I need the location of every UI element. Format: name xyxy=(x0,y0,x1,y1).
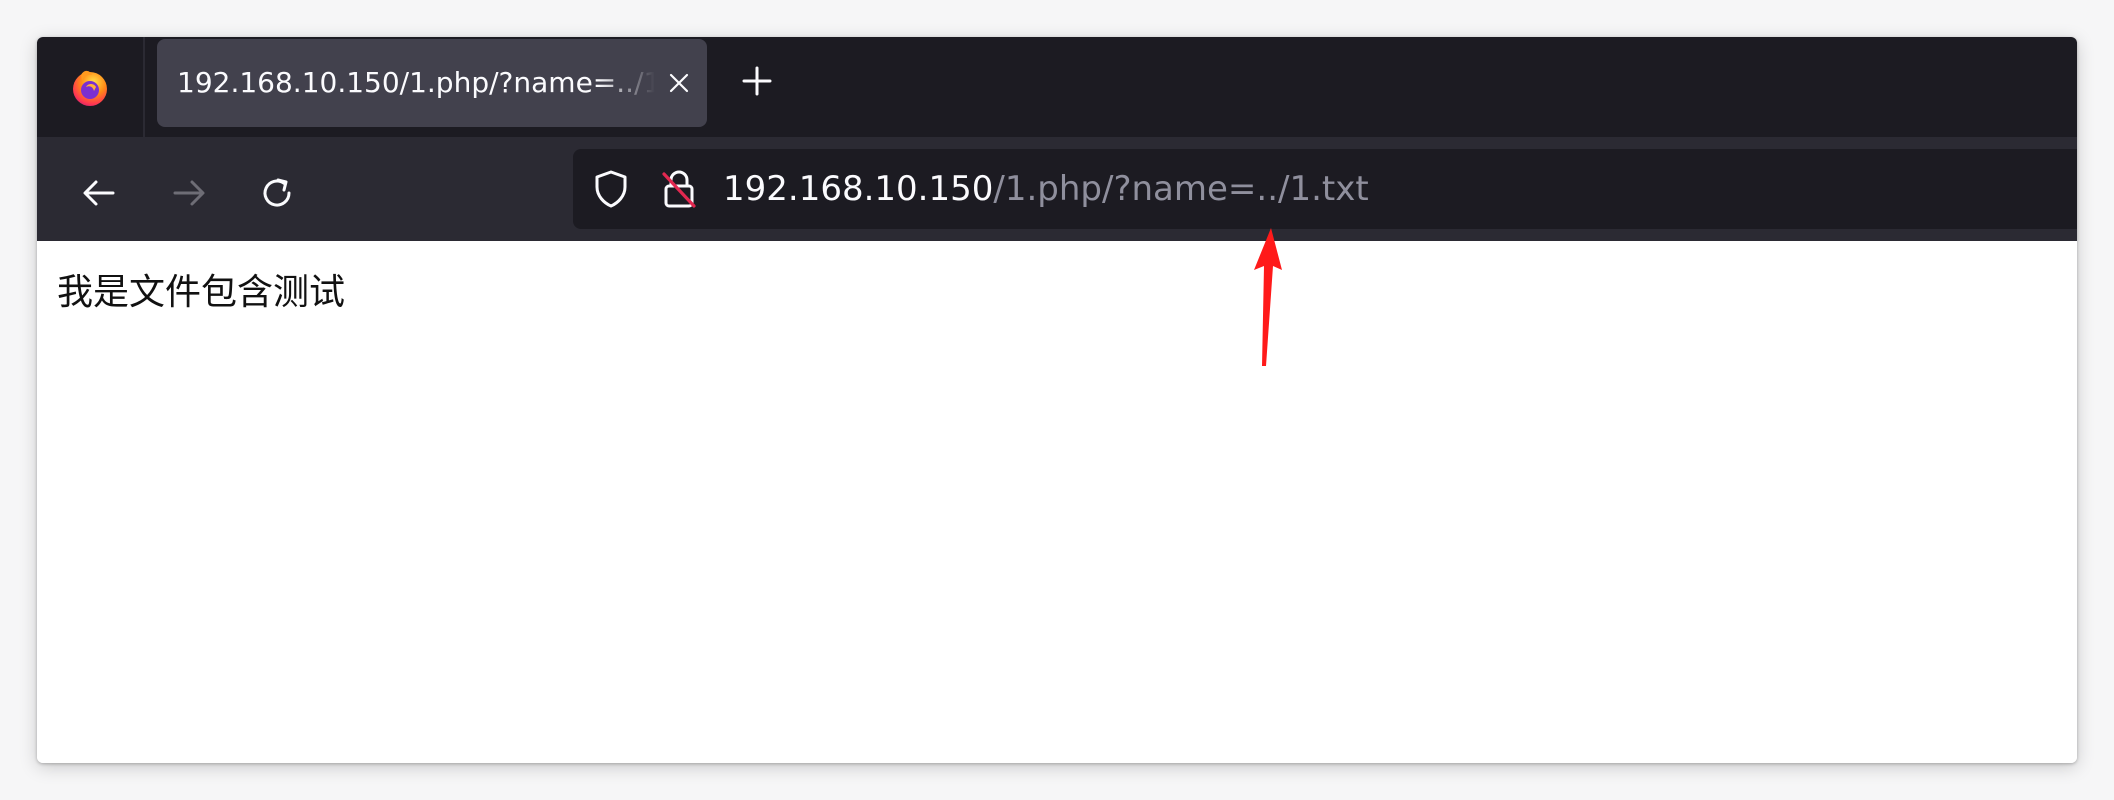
firefox-menu-button[interactable] xyxy=(37,37,145,137)
forward-button[interactable] xyxy=(167,171,211,215)
url-bar[interactable]: 192.168.10.150/1.php/?name=../1.txt xyxy=(573,149,2077,229)
tracking-protection-button[interactable] xyxy=(591,169,631,209)
browser-window: 192.168.10.150/1.php/?name=../1.txt xyxy=(37,37,2077,763)
close-icon xyxy=(669,73,689,93)
insecure-lock-icon xyxy=(662,170,696,208)
navigation-bar: 192.168.10.150/1.php/?name=../1.txt xyxy=(37,137,2077,241)
new-tab-button[interactable] xyxy=(737,61,777,101)
reload-icon xyxy=(263,178,291,207)
reload-button[interactable] xyxy=(255,171,299,215)
tab-title: 192.168.10.150/1.php/?name=../1.txt xyxy=(177,66,655,99)
site-security-button[interactable] xyxy=(659,169,699,209)
tab-active[interactable]: 192.168.10.150/1.php/?name=../1.txt xyxy=(157,39,707,127)
shield-icon xyxy=(595,170,627,208)
arrow-right-icon xyxy=(173,180,205,206)
annotation-arrow-icon xyxy=(1254,228,1282,366)
url-host: 192.168.10.150 xyxy=(723,169,994,209)
page-content: 我是文件包含测试 xyxy=(37,241,2077,763)
back-button[interactable] xyxy=(77,171,121,215)
firefox-logo-icon xyxy=(73,70,107,106)
arrow-left-icon xyxy=(83,180,115,206)
plus-icon xyxy=(742,66,772,96)
url-text[interactable]: 192.168.10.150/1.php/?name=../1.txt xyxy=(723,149,1369,229)
page-body-text: 我是文件包含测试 xyxy=(57,272,346,313)
close-tab-button[interactable] xyxy=(665,69,693,97)
tab-bar: 192.168.10.150/1.php/?name=../1.txt xyxy=(37,37,2077,137)
url-path: /1.php/?name=../1.txt xyxy=(993,169,1369,209)
